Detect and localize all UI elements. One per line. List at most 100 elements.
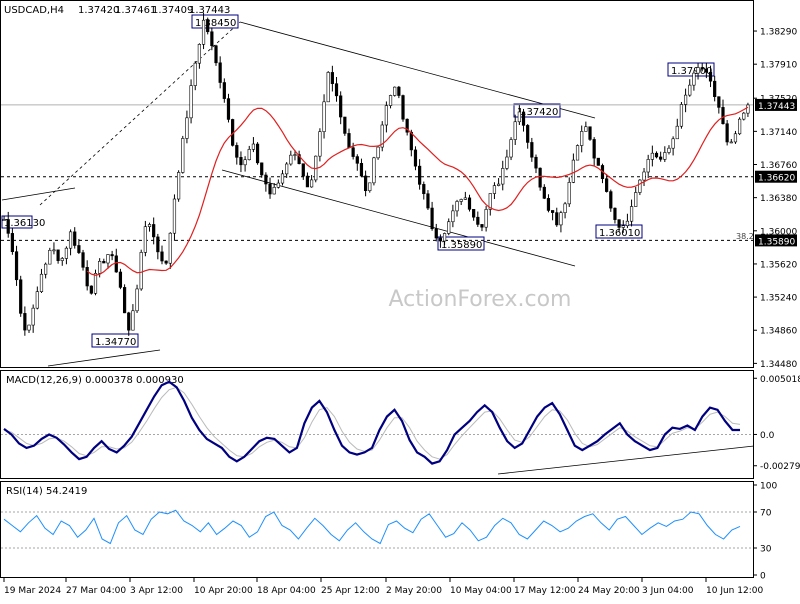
- candle-body: [430, 207, 434, 230]
- price-y-tick-label: 1.36000: [760, 227, 797, 237]
- x-tick-label: 3 Apr 12:00: [130, 586, 183, 596]
- candle-body: [305, 175, 310, 188]
- candle-body: [617, 219, 621, 228]
- candle-body: [160, 251, 164, 262]
- candle-body: [347, 133, 351, 149]
- candle-body: [401, 95, 405, 120]
- candle-body: [272, 186, 276, 195]
- candle-body: [384, 105, 388, 126]
- candle-body: [509, 139, 513, 158]
- price-y-tick-label: 1.38290: [760, 28, 797, 38]
- price-y-tick-label: 1.34480: [760, 360, 797, 370]
- candle-body: [31, 307, 35, 326]
- rsi-header: RSI(14) 54.2419: [6, 486, 87, 497]
- candle-body: [588, 126, 592, 140]
- candle-body: [372, 157, 376, 184]
- candle-body: [39, 273, 44, 292]
- macd-y-tick-label: 0.005018: [760, 375, 800, 385]
- candle-body: [185, 117, 189, 139]
- candle-body: [322, 101, 326, 132]
- candle-body: [725, 123, 729, 143]
- candle-body: [434, 228, 438, 239]
- candle-body: [563, 203, 567, 213]
- candle-body: [496, 183, 501, 186]
- candle-body: [625, 220, 630, 227]
- candle-body: [235, 145, 239, 158]
- candle-body: [613, 207, 617, 220]
- candle-body: [455, 201, 459, 212]
- annotation-1-38450: 1.38450: [191, 14, 239, 29]
- candle-body: [426, 193, 430, 209]
- x-tick-label: 3 Jun 04:00: [642, 586, 694, 596]
- candle-body: [164, 260, 168, 264]
- candle-body: [442, 233, 447, 242]
- candle-body: [596, 157, 600, 166]
- candle-body: [530, 142, 534, 158]
- usdcad-h4-chart: ActionForex.com 1.36130 1.34770 1.38450 …: [0, 0, 800, 600]
- candle-body: [330, 72, 334, 84]
- candle-body: [551, 210, 555, 213]
- candle-body: [609, 191, 613, 209]
- candle-body: [521, 111, 526, 126]
- candle-body: [239, 157, 243, 166]
- macd-y-tick-label: 0.0: [760, 431, 775, 441]
- candle-body: [476, 216, 480, 225]
- rsi-y-tick-label: 100: [760, 482, 777, 492]
- candle-body: [285, 163, 289, 175]
- candle-body: [534, 156, 538, 169]
- candle-body: [459, 199, 463, 202]
- candle-body: [567, 182, 571, 205]
- candle-body: [60, 258, 64, 261]
- candle-body: [683, 94, 688, 105]
- candle-body: [19, 279, 23, 314]
- candle-body: [675, 125, 679, 140]
- candle-body: [301, 163, 305, 177]
- candle-body: [592, 139, 596, 159]
- candle-body: [467, 197, 472, 210]
- candle-body: [264, 174, 268, 185]
- candle-body: [351, 147, 355, 157]
- candle-body: [23, 313, 27, 331]
- annotation-1-34770: 1.34770: [91, 333, 139, 348]
- candle-body: [704, 68, 708, 73]
- candle-body: [48, 249, 52, 265]
- candle-body: [692, 72, 696, 86]
- candle-body: [517, 111, 521, 123]
- candle-body: [526, 125, 530, 143]
- candle-body: [538, 167, 542, 188]
- candle-body: [318, 131, 322, 157]
- candle-body: [197, 44, 201, 64]
- candle-body: [605, 178, 609, 192]
- candle-body: [413, 149, 418, 167]
- rsi-y-tick-label: 0: [760, 572, 766, 582]
- candle-body: [575, 145, 580, 161]
- candle-body: [451, 210, 455, 223]
- candle-body: [35, 291, 39, 309]
- candle-body: [251, 143, 256, 150]
- candle-body: [388, 95, 393, 106]
- candle-body: [122, 287, 127, 314]
- candle-body: [355, 156, 359, 164]
- candle-body: [571, 159, 575, 183]
- candle-body: [742, 112, 746, 120]
- candle-body: [131, 310, 135, 331]
- candle-body: [634, 192, 638, 207]
- candle-body: [89, 285, 93, 294]
- candle-body: [463, 197, 467, 200]
- candle-body: [418, 165, 422, 185]
- level-price-label: 1.36620: [758, 174, 795, 184]
- candle-body: [729, 141, 733, 144]
- candle-body: [222, 82, 226, 99]
- candle-body: [580, 131, 584, 146]
- candle-body: [85, 267, 89, 287]
- candle-body: [708, 71, 713, 82]
- price-y-axis: 1.38290 1.37910 1.37520 1.37140 1.36760 1.363…: [753, 28, 797, 370]
- candle-body: [326, 72, 330, 103]
- candle-body: [280, 173, 285, 184]
- x-tick-label: 10 Apr 20:00: [194, 586, 253, 596]
- candle-body: [110, 254, 114, 257]
- candle-body: [260, 162, 264, 176]
- candle-body: [688, 84, 692, 96]
- candle-body: [364, 175, 368, 192]
- candle-body: [650, 152, 654, 160]
